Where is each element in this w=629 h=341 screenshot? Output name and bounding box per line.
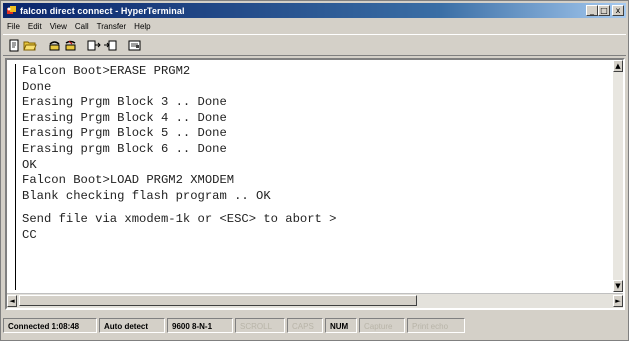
terminal-line: Erasing prgm Block 6 .. Done: [22, 141, 227, 156]
terminal-line: OK: [22, 157, 37, 172]
menu-help[interactable]: Help: [130, 20, 154, 33]
horizontal-scroll-thumb[interactable]: [19, 295, 417, 306]
new-connection-icon[interactable]: [7, 38, 21, 52]
scroll-down-icon[interactable]: ▼: [613, 280, 623, 292]
send-icon[interactable]: [87, 38, 101, 52]
close-button[interactable]: x: [612, 5, 624, 16]
menu-view[interactable]: View: [46, 20, 71, 33]
terminal-line: Erasing Prgm Block 5 .. Done: [22, 126, 227, 141]
window-controls: _ □ x: [586, 5, 624, 16]
terminal-screen[interactable]: Falcon Boot>ERASE PRGM2 Done Erasing Prgm …: [5, 58, 625, 310]
status-scroll: SCROLL: [235, 317, 285, 333]
menu-file[interactable]: File: [3, 20, 24, 33]
terminal-line: Done: [22, 79, 52, 94]
menu-transfer[interactable]: Transfer: [93, 20, 131, 33]
scroll-right-icon[interactable]: ►: [613, 295, 623, 307]
toolbar: [3, 34, 626, 56]
terminal-line: Send file via xmodem-1k or <ESC> to abor…: [22, 212, 337, 227]
receive-icon[interactable]: [103, 38, 117, 52]
minimize-button[interactable]: _: [586, 5, 598, 16]
title-bar[interactable]: falcon direct connect - HyperTerminal _ …: [3, 3, 626, 18]
status-port-settings: 9600 8-N-1: [167, 317, 233, 333]
status-print-echo: Print echo: [407, 317, 465, 333]
maximize-button[interactable]: □: [598, 5, 610, 16]
call-icon[interactable]: [47, 38, 61, 52]
horizontal-scrollbar[interactable]: ◄ ►: [7, 293, 623, 308]
menu-call[interactable]: Call: [71, 20, 93, 33]
terminal-line: Falcon Boot>ERASE PRGM2: [22, 64, 191, 78]
disconnect-icon[interactable]: [63, 38, 77, 52]
terminal-line: Erasing Prgm Block 3 .. Done: [22, 95, 227, 110]
scroll-left-icon[interactable]: ◄: [7, 295, 17, 307]
terminal-line: Erasing Prgm Block 4 .. Done: [22, 110, 227, 125]
menu-edit[interactable]: Edit: [24, 20, 46, 33]
open-icon[interactable]: [23, 38, 37, 52]
status-caps: CAPS: [287, 317, 323, 333]
terminal-line: CC: [22, 227, 37, 242]
status-detect: Auto detect: [99, 317, 165, 333]
status-capture: Capture: [359, 317, 405, 333]
terminal-output[interactable]: Falcon Boot>ERASE PRGM2 Done Erasing Prgm …: [15, 64, 610, 290]
terminal-line: Blank checking flash program .. OK: [22, 188, 271, 203]
scroll-up-icon[interactable]: ▲: [613, 60, 623, 72]
status-bar: Connected 1:08:48 Auto detect 9600 8-N-1…: [3, 314, 626, 336]
status-num: NUM: [325, 317, 357, 333]
status-connected: Connected 1:08:48: [3, 317, 97, 333]
terminal-line: Falcon Boot>LOAD PRGM2 XMODEM: [22, 173, 235, 188]
vertical-scrollbar[interactable]: ▲ ▼: [613, 60, 623, 292]
menu-bar: File Edit View Call Transfer Help: [3, 20, 155, 33]
hyperterminal-icon[interactable]: [6, 5, 17, 16]
properties-icon[interactable]: [127, 38, 141, 52]
window-title: falcon direct connect - HyperTerminal: [20, 5, 185, 16]
hyperterminal-window: falcon direct connect - HyperTerminal _ …: [0, 0, 629, 341]
